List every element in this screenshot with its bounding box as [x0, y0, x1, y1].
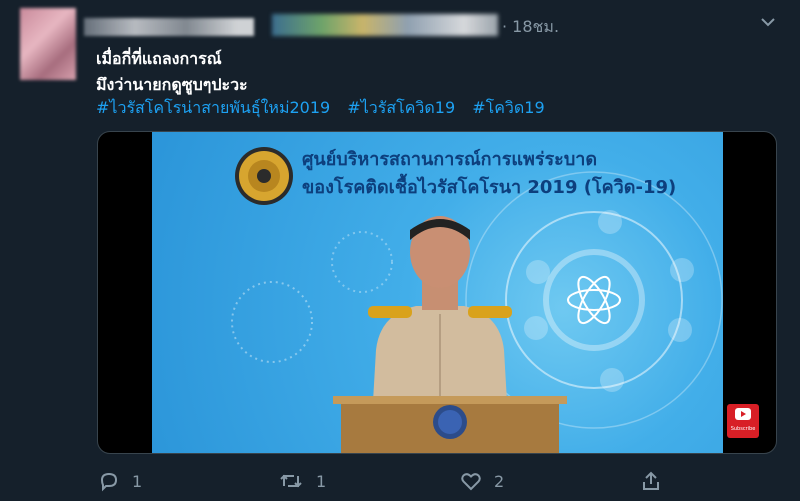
like-count: 2: [494, 471, 505, 491]
reply-icon: [100, 472, 118, 492]
retweet-icon: [280, 474, 302, 488]
share-icon: [643, 471, 659, 490]
hashtag-link[interactable]: #ไวรัสโคโรน่าสายพันธุ์ใหม่2019: [96, 98, 330, 117]
tweet-text-line-2: มึงว่านายกดูซูบๆปะวะ: [96, 75, 248, 94]
government-seal-icon: [235, 147, 293, 205]
retweet-count: 1: [316, 471, 327, 491]
share-button[interactable]: [640, 468, 662, 494]
video-title-line-1: ศูนย์บริหารสถานการณ์การแพร่ระบาด: [302, 149, 598, 170]
tweet-actions: 1 1 2: [0, 468, 800, 494]
avatar[interactable]: [20, 8, 76, 80]
reply-count: 1: [132, 471, 143, 491]
display-name-blurred[interactable]: [84, 18, 254, 36]
podium: [333, 396, 567, 453]
hashtag-link[interactable]: #โควิด19: [472, 98, 544, 117]
retweet-button[interactable]: 1: [278, 468, 326, 494]
youtube-icon[interactable]: [727, 404, 759, 438]
video-media[interactable]: ศูนย์บริหารสถานการณ์การแพร่ระบาด ของโรคต…: [97, 131, 777, 454]
tweet-text-line-1: เมื่อกี่ที่แถลงการณ์: [96, 49, 222, 68]
handle-blurred[interactable]: [272, 14, 498, 36]
video-frame[interactable]: ศูนย์บริหารสถานการณ์การแพร่ระบาด ของโรคต…: [152, 132, 723, 453]
tweet-timestamp[interactable]: · 18ชม.: [502, 15, 559, 40]
hashtag-link[interactable]: #ไวรัสโควิด19: [347, 98, 455, 117]
hashtag-list: #ไวรัสโคโรน่าสายพันธุ์ใหม่2019 #ไวรัสโคว…: [96, 96, 557, 121]
video-title-line-2: ของโรคติดเชื้อไวรัสโคโรนา 2019 (โควิด-19…: [302, 177, 677, 198]
like-button[interactable]: 2: [460, 468, 504, 494]
youtube-subscribe-label: Subscribe: [730, 426, 756, 432]
video-title: ศูนย์บริหารสถานการณ์การแพร่ระบาด ของโรคต…: [302, 146, 676, 202]
reply-button[interactable]: 1: [98, 468, 142, 494]
like-icon: [461, 473, 481, 491]
chevron-down-icon[interactable]: [758, 14, 778, 32]
